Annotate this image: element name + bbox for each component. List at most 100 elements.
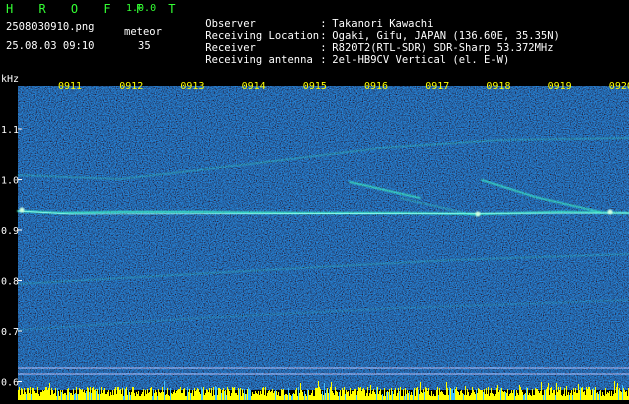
level-bar [344, 387, 345, 400]
level-bar [575, 388, 576, 400]
level-bar [200, 394, 201, 400]
level-bar [611, 391, 612, 400]
level-bar [339, 392, 340, 400]
level-bar [58, 391, 59, 400]
level-bar [597, 392, 598, 400]
meteor-count: 35 [138, 40, 151, 52]
level-bar [462, 393, 463, 400]
level-bar [352, 391, 353, 400]
level-bar [315, 388, 316, 400]
level-bar [372, 391, 373, 400]
level-bar [149, 392, 150, 400]
level-bar [184, 388, 185, 400]
level-bar [311, 393, 312, 400]
level-bar [520, 387, 521, 400]
level-bar [155, 390, 156, 400]
level-bar [521, 390, 522, 400]
level-bar [532, 389, 533, 400]
level-bar [250, 390, 251, 400]
level-bar [305, 394, 306, 400]
level-bar [81, 390, 82, 400]
level-bar [583, 392, 584, 400]
level-bar [276, 391, 277, 400]
meteor-label: meteor [124, 26, 162, 38]
level-bar [561, 395, 562, 400]
level-bar [40, 392, 41, 400]
level-bar [498, 392, 499, 400]
level-bar [257, 394, 258, 400]
level-bar [523, 395, 524, 400]
level-bar [68, 388, 69, 400]
level-bar [212, 396, 213, 400]
level-bar [112, 390, 113, 400]
level-bar [132, 387, 133, 400]
level-bar [414, 388, 415, 400]
level-bar [105, 394, 106, 400]
level-bar [371, 394, 372, 400]
level-bar [618, 390, 619, 400]
level-bar [591, 395, 592, 400]
level-bar [256, 393, 257, 400]
level-bar [158, 389, 159, 400]
level-bar [485, 394, 486, 400]
level-bar [169, 396, 170, 400]
level-bar [83, 392, 84, 400]
level-bar [218, 388, 219, 400]
level-bar [398, 388, 399, 400]
level-bar [385, 396, 386, 400]
level-bar [263, 387, 264, 400]
level-bar [408, 393, 409, 400]
level-bar [470, 395, 471, 400]
level-bar [24, 388, 25, 400]
level-bar [95, 389, 96, 400]
level-bar [495, 394, 496, 400]
level-bar [304, 391, 305, 400]
level-bar [219, 388, 220, 400]
level-bar [464, 395, 465, 400]
info-colon: : [320, 54, 327, 66]
level-bar [198, 389, 199, 400]
level-bar [549, 395, 550, 400]
level-bar [79, 388, 80, 400]
level-bar [572, 395, 573, 400]
level-bar [124, 388, 125, 400]
level-bar [285, 394, 286, 400]
level-bar [484, 389, 485, 400]
signal-spot [475, 211, 481, 217]
level-bar [586, 387, 587, 400]
level-bar [588, 387, 589, 400]
level-bar [245, 394, 246, 400]
level-bar [379, 391, 380, 400]
level-bar [100, 394, 101, 400]
level-bar [297, 396, 298, 400]
level-bar [125, 389, 126, 400]
level-bar [593, 388, 594, 400]
level-bar [18, 390, 19, 400]
level-bar [147, 389, 148, 400]
level-bar [111, 395, 112, 400]
level-bar [527, 388, 528, 400]
x-tick-label: 0918 [486, 81, 510, 92]
level-bar [386, 392, 387, 400]
level-bar [482, 390, 483, 400]
level-bar [141, 394, 142, 400]
level-bar [74, 394, 75, 400]
level-bar [589, 387, 590, 400]
level-bar [211, 388, 212, 400]
level-bar [384, 388, 385, 400]
level-bar [246, 394, 247, 400]
level-bar [60, 390, 61, 400]
level-bar [26, 394, 27, 400]
level-bar [556, 383, 557, 400]
level-bar [89, 392, 90, 400]
level-bar [223, 388, 224, 400]
level-bar [604, 396, 605, 400]
level-bar [457, 391, 458, 400]
level-bar [530, 395, 531, 400]
level-bar [182, 393, 183, 400]
level-bar [174, 390, 175, 400]
level-bar [62, 390, 63, 400]
level-bar [196, 390, 197, 400]
level-bar [326, 390, 327, 400]
level-bar [548, 383, 549, 400]
